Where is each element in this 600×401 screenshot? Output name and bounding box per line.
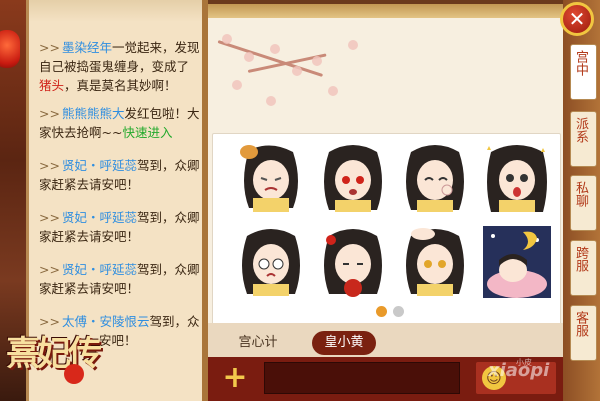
quick-enter-link[interactable]: 快速进入 (122, 125, 172, 140)
sticker-chat-panel: 宫心计 皇小黄 + ☺ xiaopi 小皮 (208, 0, 563, 401)
sticker-grid (212, 133, 561, 325)
chat-message: >> 熊熊熊熊大发红包啦！大家快去抢啊~~快速进入 (39, 106, 200, 140)
tab-private-chat[interactable]: 私聊 (570, 175, 597, 231)
sticker-item[interactable] (237, 142, 305, 214)
chat-message: >> 贤妃・呼延蕊驾到，众卿家赶紧去请安吧！ (39, 158, 200, 192)
tab-palace[interactable]: 宫中 (570, 44, 597, 100)
chat-top-fade (29, 0, 202, 22)
blossom-decor (232, 80, 242, 90)
tab-huangxiaohuang[interactable]: 皇小黄 (312, 331, 376, 355)
chat-message: >> 贤妃・呼延蕊驾到，众卿家赶紧去请安吧！ (39, 210, 200, 244)
sender-name[interactable]: 熊熊熊熊大 (62, 106, 125, 121)
close-button[interactable]: ✕ (560, 2, 594, 36)
tab-gongxinji[interactable]: 宫心计 (226, 331, 290, 355)
page-dot-active[interactable] (376, 306, 387, 317)
blossom-decor (292, 66, 302, 76)
blossom-decor (244, 52, 254, 62)
top-frame-edge (208, 0, 563, 4)
add-button[interactable]: + (220, 363, 250, 393)
watermark-small: 小皮 (516, 358, 532, 367)
blossom-decor (222, 34, 232, 44)
chat-message: >> 墨染经年一觉起来，发现自己被捣蛋鬼缠身，变成了猪头，真是莫名其妙啊！ (39, 40, 200, 93)
game-logo: 熹妃传 (6, 318, 118, 396)
sticker-item[interactable] (237, 226, 305, 298)
sticker-item[interactable] (401, 226, 469, 298)
game-chat-screen: >> 墨染经年一觉起来，发现自己被捣蛋鬼缠身，变成了猪头，真是莫名其妙啊！ >> 熊… (0, 0, 600, 401)
sender-name[interactable]: 贤妃・呼延蕊 (62, 158, 137, 173)
sticker-item[interactable] (483, 142, 551, 214)
sender-name[interactable]: 墨染经年 (62, 40, 112, 55)
tab-cross-server[interactable]: 跨服 (570, 240, 597, 296)
chat-input-field[interactable] (264, 362, 460, 394)
tab-faction[interactable]: 派系 (570, 111, 597, 167)
page-dot[interactable] (393, 306, 404, 317)
tab-customer-service[interactable]: 客服 (570, 305, 597, 361)
blossom-decor (266, 96, 276, 106)
logo-seal (64, 364, 84, 384)
sender-name[interactable]: 贤妃・呼延蕊 (62, 262, 137, 277)
blossom-decor (328, 86, 338, 96)
blossom-decor (270, 44, 280, 54)
sticker-item[interactable] (483, 226, 551, 298)
lantern-decor (0, 30, 20, 68)
sender-name[interactable]: 贤妃・呼延蕊 (62, 210, 137, 225)
sticker-item[interactable] (319, 226, 387, 298)
blossom-decor (348, 40, 358, 50)
blossom-decor (312, 56, 322, 66)
sticker-item[interactable] (401, 142, 469, 214)
chat-message: >> 贤妃・呼延蕊驾到，众卿家赶紧去请安吧！ (39, 262, 200, 296)
sticker-item[interactable] (319, 142, 387, 214)
